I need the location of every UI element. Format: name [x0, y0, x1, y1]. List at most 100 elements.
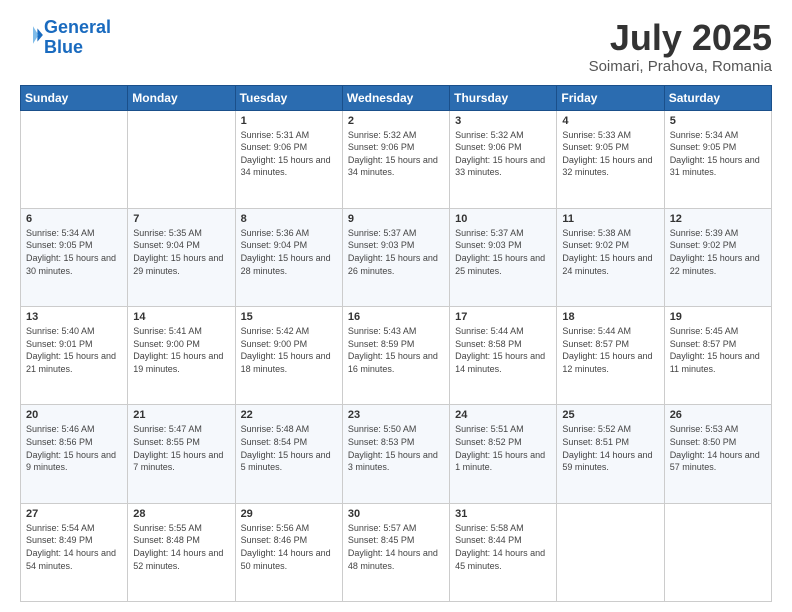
- day-number: 6: [26, 213, 122, 225]
- calendar-cell: 20 Sunrise: 5:46 AM Sunset: 8:56 PM Dayli…: [21, 405, 128, 503]
- logo-icon: [22, 24, 44, 46]
- logo-line1: General: [44, 17, 111, 37]
- day-of-week-header: Tuesday: [235, 85, 342, 110]
- month-year: July 2025: [589, 18, 772, 58]
- day-number: 18: [562, 311, 658, 323]
- day-number: 21: [133, 409, 229, 421]
- cell-info: Sunrise: 5:38 AM Sunset: 9:02 PM Dayligh…: [562, 227, 658, 277]
- day-number: 8: [241, 213, 337, 225]
- cell-info: Sunrise: 5:46 AM Sunset: 8:56 PM Dayligh…: [26, 423, 122, 473]
- calendar-cell: 22Sunrise: 5:48 AM Sunset: 8:54 PM Dayli…: [235, 405, 342, 503]
- calendar-table: SundayMondayTuesdayWednesdayThursdayFrid…: [20, 85, 772, 602]
- day-number: 30: [348, 508, 444, 520]
- calendar-cell: 16 Sunrise: 5:43 AM Sunset: 8:59 PM Dayli…: [342, 307, 449, 405]
- calendar-cell: 25 Sunrise: 5:52 AM Sunset: 8:51 PM Dayli…: [557, 405, 664, 503]
- calendar-cell: [664, 503, 771, 601]
- day-number: 22: [241, 409, 337, 421]
- cell-info: Sunrise: 5:54 AM Sunset: 8:49 PM Dayligh…: [26, 522, 122, 572]
- day-number: 28: [133, 508, 229, 520]
- cell-info: Sunrise: 5:32 AM Sunset: 9:06 PM Dayligh…: [348, 129, 444, 179]
- calendar-cell: 5Sunrise: 5:34 AM Sunset: 9:05 PM Daylig…: [664, 110, 771, 208]
- day-number: 20: [26, 409, 122, 421]
- calendar-cell: 3 Sunrise: 5:32 AM Sunset: 9:06 PM Daylig…: [450, 110, 557, 208]
- day-number: 15: [241, 311, 337, 323]
- cell-info: Sunrise: 5:44 AM Sunset: 8:57 PM Dayligh…: [562, 325, 658, 375]
- cell-info: Sunrise: 5:31 AM Sunset: 9:06 PM Dayligh…: [241, 129, 337, 179]
- cell-info: Sunrise: 5:57 AM Sunset: 8:45 PM Dayligh…: [348, 522, 444, 572]
- cell-info: Sunrise: 5:34 AM Sunset: 9:05 PM Dayligh…: [26, 227, 122, 277]
- calendar-cell: [21, 110, 128, 208]
- calendar-cell: 4 Sunrise: 5:33 AM Sunset: 9:05 PM Daylig…: [557, 110, 664, 208]
- day-number: 29: [241, 508, 337, 520]
- calendar-cell: 31Sunrise: 5:58 AM Sunset: 8:44 PM Dayli…: [450, 503, 557, 601]
- day-number: 10: [455, 213, 551, 225]
- day-of-week-header: Monday: [128, 85, 235, 110]
- calendar-cell: 9Sunrise: 5:37 AM Sunset: 9:03 PM Daylig…: [342, 208, 449, 306]
- day-of-week-header: Thursday: [450, 85, 557, 110]
- cell-info: Sunrise: 5:55 AM Sunset: 8:48 PM Dayligh…: [133, 522, 229, 572]
- day-number: 24: [455, 409, 551, 421]
- calendar-cell: 6 Sunrise: 5:34 AM Sunset: 9:05 PM Daylig…: [21, 208, 128, 306]
- cell-info: Sunrise: 5:45 AM Sunset: 8:57 PM Dayligh…: [670, 325, 766, 375]
- calendar-cell: 24 Sunrise: 5:51 AM Sunset: 8:52 PM Dayli…: [450, 405, 557, 503]
- calendar-cell: 26Sunrise: 5:53 AM Sunset: 8:50 PM Dayli…: [664, 405, 771, 503]
- calendar-cell: 1 Sunrise: 5:31 AM Sunset: 9:06 PM Daylig…: [235, 110, 342, 208]
- header: General Blue July 2025 Soimari, Prahova,…: [20, 18, 772, 75]
- calendar-cell: 30 Sunrise: 5:57 AM Sunset: 8:45 PM Dayli…: [342, 503, 449, 601]
- cell-info: Sunrise: 5:43 AM Sunset: 8:59 PM Dayligh…: [348, 325, 444, 375]
- calendar-week-row: 20 Sunrise: 5:46 AM Sunset: 8:56 PM Dayli…: [21, 405, 772, 503]
- cell-info: Sunrise: 5:32 AM Sunset: 9:06 PM Dayligh…: [455, 129, 551, 179]
- cell-info: Sunrise: 5:51 AM Sunset: 8:52 PM Dayligh…: [455, 423, 551, 473]
- calendar-cell: 18 Sunrise: 5:44 AM Sunset: 8:57 PM Dayli…: [557, 307, 664, 405]
- day-number: 11: [562, 213, 658, 225]
- calendar-cell: 8 Sunrise: 5:36 AM Sunset: 9:04 PM Daylig…: [235, 208, 342, 306]
- header-row: SundayMondayTuesdayWednesdayThursdayFrid…: [21, 85, 772, 110]
- calendar-cell: 2 Sunrise: 5:32 AM Sunset: 9:06 PM Daylig…: [342, 110, 449, 208]
- day-number: 3: [455, 115, 551, 127]
- calendar-week-row: 13Sunrise: 5:40 AM Sunset: 9:01 PM Dayli…: [21, 307, 772, 405]
- calendar-week-row: 6 Sunrise: 5:34 AM Sunset: 9:05 PM Daylig…: [21, 208, 772, 306]
- day-number: 1: [241, 115, 337, 127]
- calendar-cell: 21 Sunrise: 5:47 AM Sunset: 8:55 PM Dayli…: [128, 405, 235, 503]
- day-number: 16: [348, 311, 444, 323]
- calendar-cell: 28 Sunrise: 5:55 AM Sunset: 8:48 PM Dayli…: [128, 503, 235, 601]
- logo: General Blue: [20, 18, 111, 58]
- cell-info: Sunrise: 5:35 AM Sunset: 9:04 PM Dayligh…: [133, 227, 229, 277]
- page: General Blue July 2025 Soimari, Prahova,…: [0, 0, 792, 612]
- day-number: 12: [670, 213, 766, 225]
- cell-info: Sunrise: 5:47 AM Sunset: 8:55 PM Dayligh…: [133, 423, 229, 473]
- day-of-week-header: Wednesday: [342, 85, 449, 110]
- cell-info: Sunrise: 5:44 AM Sunset: 8:58 PM Dayligh…: [455, 325, 551, 375]
- cell-info: Sunrise: 5:52 AM Sunset: 8:51 PM Dayligh…: [562, 423, 658, 473]
- day-of-week-header: Saturday: [664, 85, 771, 110]
- calendar-week-row: 1 Sunrise: 5:31 AM Sunset: 9:06 PM Daylig…: [21, 110, 772, 208]
- cell-info: Sunrise: 5:33 AM Sunset: 9:05 PM Dayligh…: [562, 129, 658, 179]
- cell-info: Sunrise: 5:42 AM Sunset: 9:00 PM Dayligh…: [241, 325, 337, 375]
- cell-info: Sunrise: 5:56 AM Sunset: 8:46 PM Dayligh…: [241, 522, 337, 572]
- cell-info: Sunrise: 5:50 AM Sunset: 8:53 PM Dayligh…: [348, 423, 444, 473]
- logo-line2: Blue: [44, 37, 83, 57]
- title-block: July 2025 Soimari, Prahova, Romania: [589, 18, 772, 75]
- day-number: 25: [562, 409, 658, 421]
- calendar-week-row: 27 Sunrise: 5:54 AM Sunset: 8:49 PM Dayli…: [21, 503, 772, 601]
- day-number: 26: [670, 409, 766, 421]
- day-number: 31: [455, 508, 551, 520]
- day-of-week-header: Sunday: [21, 85, 128, 110]
- day-number: 19: [670, 311, 766, 323]
- cell-info: Sunrise: 5:41 AM Sunset: 9:00 PM Dayligh…: [133, 325, 229, 375]
- calendar-cell: 19 Sunrise: 5:45 AM Sunset: 8:57 PM Dayli…: [664, 307, 771, 405]
- day-number: 4: [562, 115, 658, 127]
- day-number: 23: [348, 409, 444, 421]
- day-number: 9: [348, 213, 444, 225]
- cell-info: Sunrise: 5:34 AM Sunset: 9:05 PM Dayligh…: [670, 129, 766, 179]
- day-number: 7: [133, 213, 229, 225]
- day-number: 27: [26, 508, 122, 520]
- calendar-cell: 10 Sunrise: 5:37 AM Sunset: 9:03 PM Dayli…: [450, 208, 557, 306]
- cell-info: Sunrise: 5:37 AM Sunset: 9:03 PM Dayligh…: [455, 227, 551, 277]
- day-number: 2: [348, 115, 444, 127]
- calendar-cell: 11 Sunrise: 5:38 AM Sunset: 9:02 PM Dayli…: [557, 208, 664, 306]
- day-number: 13: [26, 311, 122, 323]
- calendar-cell: 27 Sunrise: 5:54 AM Sunset: 8:49 PM Dayli…: [21, 503, 128, 601]
- day-number: 14: [133, 311, 229, 323]
- cell-info: Sunrise: 5:36 AM Sunset: 9:04 PM Dayligh…: [241, 227, 337, 277]
